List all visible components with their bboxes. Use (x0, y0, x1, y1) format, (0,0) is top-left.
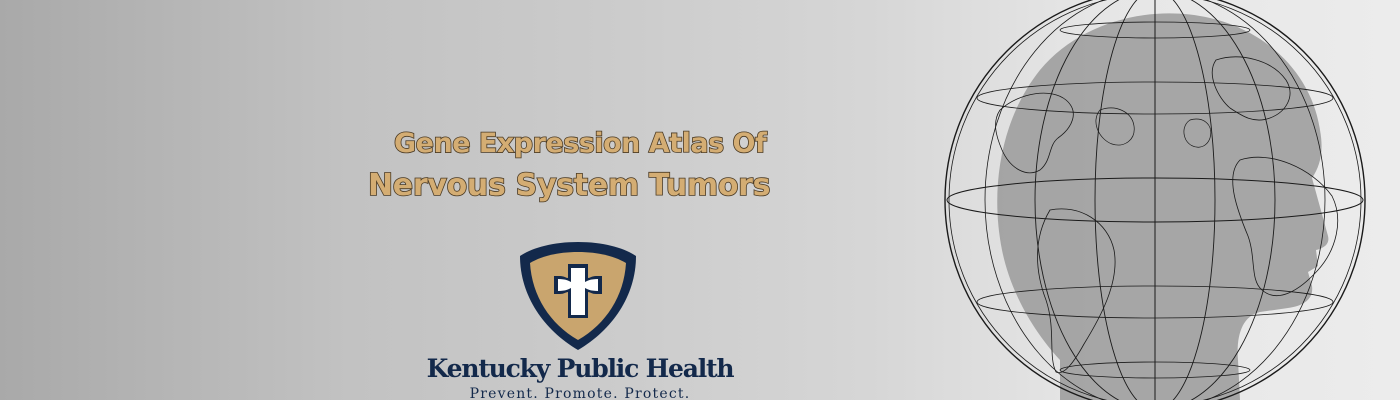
shield-cross-icon (520, 242, 636, 350)
kentucky-public-health-logo[interactable]: Kentucky Public Health Prevent. Promote.… (400, 238, 760, 400)
globe-head-icon (944, 0, 1366, 400)
org-name: Kentucky Public Health (426, 354, 735, 383)
hero-banner: Gene Expression Atlas Of Nervous System … (0, 0, 1400, 400)
title-line-2: Nervous System Tumors (367, 167, 771, 204)
org-tagline: Prevent. Promote. Protect. (469, 386, 691, 400)
title-line-1: Gene Expression Atlas Of (393, 127, 767, 160)
